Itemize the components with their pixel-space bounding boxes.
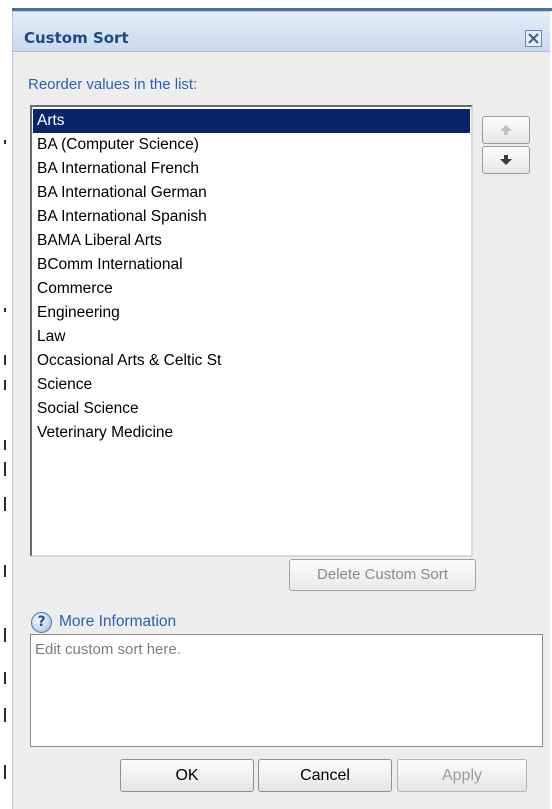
list-item[interactable]: BComm International	[33, 253, 470, 277]
move-down-button[interactable]	[482, 146, 530, 174]
list-item[interactable]: Engineering	[33, 301, 470, 325]
background-mark	[4, 440, 6, 450]
help-icon[interactable]: ?	[31, 611, 52, 633]
background-mark	[4, 462, 6, 476]
list-item[interactable]: Occasional Arts & Celtic St	[33, 349, 470, 373]
list-item[interactable]: Social Science	[33, 397, 470, 421]
background-mark	[4, 140, 6, 144]
background-mark	[4, 708, 6, 722]
list-item[interactable]: BA International French	[33, 157, 470, 181]
list-item[interactable]: Commerce	[33, 277, 470, 301]
background-mark	[4, 672, 6, 684]
list-item[interactable]: BAMA Liberal Arts	[33, 229, 470, 253]
list-item[interactable]: BA International German	[33, 181, 470, 205]
list-item[interactable]: Arts	[33, 109, 470, 133]
arrow-down-icon	[500, 155, 512, 165]
arrow-up-icon	[500, 125, 512, 135]
background-mark	[4, 308, 6, 312]
cancel-button[interactable]: Cancel	[258, 759, 392, 792]
more-information-row[interactable]: ? More Information	[31, 610, 176, 634]
background-mark	[4, 765, 6, 779]
edit-custom-sort-box[interactable]: Edit custom sort here.	[30, 634, 543, 747]
list-item[interactable]: Law	[33, 325, 470, 349]
title-bar[interactable]: Custom Sort	[13, 12, 550, 52]
custom-sort-dialog: Custom Sort Reorder values in the list: …	[12, 11, 550, 809]
background-mark	[4, 380, 6, 390]
close-icon	[528, 33, 539, 44]
ok-button[interactable]: OK	[120, 759, 254, 792]
list-item[interactable]: BA (Computer Science)	[33, 133, 470, 157]
sort-values-list[interactable]: Arts BA (Computer Science) BA Internationa…	[30, 105, 473, 557]
list-item[interactable]: Veterinary Medicine	[33, 421, 470, 445]
background-mark	[4, 497, 6, 511]
apply-button[interactable]: Apply	[397, 759, 527, 792]
list-item[interactable]: BA International Spanish	[33, 205, 470, 229]
background-mark	[4, 355, 6, 365]
list-item[interactable]: Science	[33, 373, 470, 397]
move-up-button[interactable]	[482, 116, 530, 144]
background-mark	[4, 628, 6, 642]
close-button[interactable]	[525, 30, 542, 47]
more-information-link[interactable]: More Information	[59, 613, 176, 631]
background-mark	[4, 565, 6, 577]
delete-custom-sort-button[interactable]: Delete Custom Sort	[289, 559, 476, 591]
dialog-title: Custom Sort	[24, 29, 129, 47]
instruction-label: Reorder values in the list:	[28, 76, 198, 93]
